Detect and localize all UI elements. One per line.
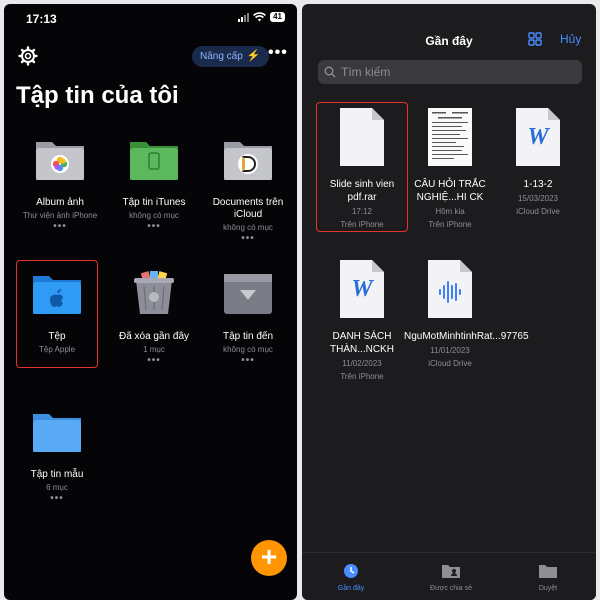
tile-title: Album ảnh <box>36 197 84 208</box>
file-name: Slide sinh vien pdf.rar <box>329 179 395 203</box>
inbox-folder-icon <box>224 274 272 314</box>
tile-more-icon[interactable]: ••• <box>204 356 292 366</box>
folder-documents-icloud[interactable]: Documents trên iCloud không có mục ••• <box>204 136 292 244</box>
more-button[interactable]: ••• <box>268 44 288 62</box>
grid-view-icon[interactable] <box>528 32 542 46</box>
tile-subtitle: không có mục <box>223 345 273 354</box>
signal-icon <box>238 12 250 22</box>
wifi-icon <box>253 12 267 22</box>
search-input[interactable]: Tìm kiếm <box>318 60 582 84</box>
blank-document-icon <box>340 108 384 166</box>
bolt-icon: ⚡ <box>246 50 261 62</box>
tile-title: Đã xóa gần đây <box>118 331 190 342</box>
tile-more-icon[interactable]: ••• <box>110 356 198 366</box>
search-placeholder: Tìm kiếm <box>341 65 391 79</box>
documents-folder-icon <box>224 142 272 180</box>
file-date: 11/01/2023 <box>430 346 470 355</box>
folder-album[interactable]: Album ảnh Thư viện ảnh iPhone ••• <box>16 136 104 232</box>
tile-subtitle: 1 mục <box>143 345 165 354</box>
file-location: iCloud Drive <box>428 359 472 368</box>
folder-apple-files[interactable]: Tệp Tệp Apple <box>13 270 101 355</box>
shared-folder-icon <box>442 565 460 578</box>
recents-title: Gần đây <box>425 34 473 48</box>
tile-more-icon[interactable]: ••• <box>204 234 292 244</box>
audio-file-icon <box>428 260 472 318</box>
document-preview-icon <box>428 108 472 166</box>
upgrade-button[interactable]: Nâng cấp ⚡ <box>192 46 269 67</box>
tile-subtitle: không có mục <box>129 211 179 220</box>
file-name: 1-13-2 <box>523 179 553 190</box>
folder-icon <box>33 414 81 452</box>
search-icon <box>324 66 336 78</box>
tab-recents[interactable]: Gần đây <box>311 563 391 592</box>
svg-text:W: W <box>351 276 374 302</box>
tab-label: Duyệt <box>538 585 558 592</box>
tab-label: Được chia sẻ <box>430 585 472 592</box>
file-date: 11/02/2023 <box>342 359 382 368</box>
file-date: 17:12 <box>351 207 373 216</box>
file-location: Trên iPhone <box>428 220 472 229</box>
cancel-button[interactable]: Hủy <box>560 32 581 46</box>
status-time: 17:13 <box>26 12 57 26</box>
folder-samples[interactable]: Tập tin mẫu 6 mục ••• <box>13 408 101 504</box>
my-files-panel: 17:13 41 Nâng cấp ⚡ ••• Tập tin của tôi A… <box>4 4 297 600</box>
file-item[interactable]: W 1-13-2 15/03/2023 iCloud Drive <box>492 108 584 217</box>
tab-browse[interactable]: Duyệt <box>508 563 588 592</box>
tab-label: Gần đây <box>337 585 365 592</box>
add-button[interactable]: + <box>251 540 287 576</box>
tile-more-icon[interactable]: ••• <box>13 494 101 504</box>
tile-title: Documents trên iCloud <box>212 197 284 220</box>
itunes-folder-icon <box>130 142 178 180</box>
tile-more-icon[interactable]: ••• <box>16 222 104 232</box>
folder-itunes[interactable]: Tập tin iTunes không có mục ••• <box>110 136 198 232</box>
tile-title: Tập tin iTunes <box>122 197 186 208</box>
battery-icon: 41 <box>270 12 285 22</box>
file-name: NguMotMinhtinhRat...97765 <box>404 331 529 342</box>
file-location: Trên iPhone <box>340 372 384 381</box>
file-name: DANH SÁCH THÀN...NCKH <box>330 331 394 355</box>
word-document-icon: W <box>516 108 560 166</box>
apple-folder-icon <box>33 276 81 314</box>
svg-text:W: W <box>527 124 550 150</box>
file-location: iCloud Drive <box>516 207 560 216</box>
upgrade-label: Nâng cấp <box>200 51 243 62</box>
gear-icon[interactable] <box>18 46 38 66</box>
tile-subtitle: Thư viện ảnh iPhone <box>22 211 98 220</box>
folder-recently-deleted[interactable]: Đã xóa gần đây 1 mục ••• <box>110 270 198 366</box>
trash-icon <box>134 271 174 314</box>
file-date: Hôm kia <box>435 207 465 216</box>
tile-title: Tập tin đến <box>222 331 274 342</box>
tab-bar: Gần đây Được chia sẻ Duyệt <box>302 552 596 600</box>
file-item[interactable]: W DANH SÁCH THÀN...NCKH 11/02/2023 Trên … <box>316 260 408 382</box>
file-item[interactable]: CÂU HỎI TRẮC NGHIỆ...HI CK Hôm kia Trên … <box>404 108 496 230</box>
recents-panel: Gần đây Hủy Tìm kiếm Slide sinh vien pdf… <box>302 4 596 600</box>
file-location: Trên iPhone <box>340 220 384 229</box>
status-bar: 17:13 41 <box>26 12 285 28</box>
clock-icon <box>344 564 358 578</box>
tile-title: Tệp <box>48 331 66 342</box>
file-date: 15/03/2023 <box>517 194 559 203</box>
tile-title: Tập tin mẫu <box>30 469 84 480</box>
tile-subtitle: Tệp Apple <box>38 345 76 354</box>
file-name: CÂU HỎI TRẮC NGHIỆ...HI CK <box>414 179 486 203</box>
tile-subtitle: không có mục <box>223 223 273 232</box>
folder-icon <box>539 565 557 578</box>
file-item[interactable]: NguMotMinhtinhRat...97765 11/01/2023 iCl… <box>404 260 529 369</box>
tile-more-icon[interactable]: ••• <box>110 222 198 232</box>
tab-shared[interactable]: Được chia sẻ <box>411 563 491 592</box>
photos-folder-icon <box>36 142 84 180</box>
tile-subtitle: 6 mục <box>46 483 68 492</box>
folder-inbox[interactable]: Tập tin đến không có mục ••• <box>204 270 292 366</box>
file-item[interactable]: Slide sinh vien pdf.rar 17:12 Trên iPhon… <box>316 108 408 230</box>
page-title: Tập tin của tôi <box>16 82 179 109</box>
word-document-icon: W <box>340 260 384 318</box>
